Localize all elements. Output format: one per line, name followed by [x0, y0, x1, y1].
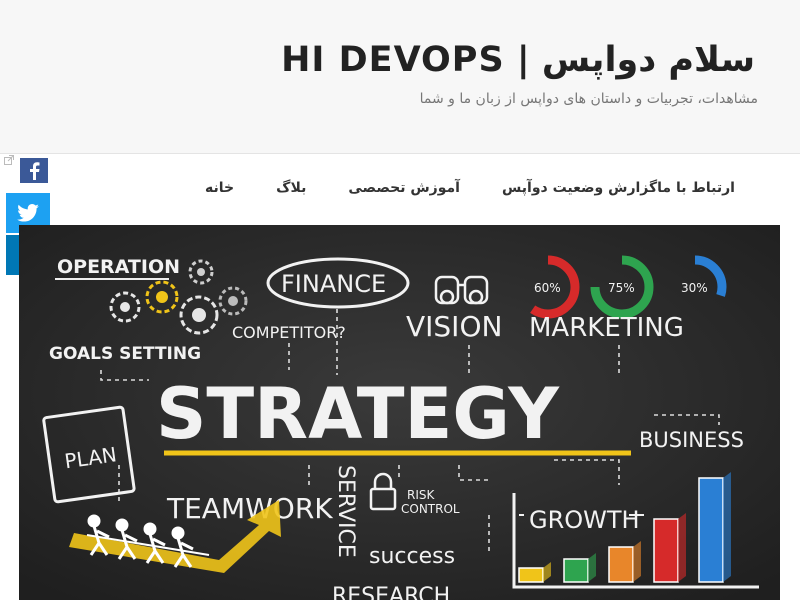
- external-link-icon[interactable]: [4, 155, 14, 165]
- hero-word-competitor: COMPETITOR?: [232, 323, 346, 342]
- nav-item-devops-report[interactable]: گزارش وضعیت دوآپس: [502, 180, 657, 196]
- growth-bar-side: [633, 541, 641, 582]
- hero-word-risk: RISK: [407, 488, 435, 502]
- site-tagline: مشاهدات، تجربیات و داستان های دواپس از ز…: [419, 91, 758, 107]
- hero-word-vision: VISION: [406, 310, 502, 343]
- hero-word-service: SERVICE: [333, 465, 358, 558]
- hero-word-success: success: [369, 544, 455, 569]
- site-header: سلام دواپس | HI DEVOPS مشاهدات، تجربیات …: [0, 0, 800, 154]
- nav-item-training[interactable]: آموزش تحصصی: [348, 180, 460, 196]
- growth-bar-side: [678, 513, 686, 582]
- nav-item-home[interactable]: خانه: [205, 180, 234, 196]
- hero-word-finance: FINANCE: [281, 270, 386, 298]
- hero-word-research: RESEARCH: [332, 584, 450, 600]
- hero-word-marketing: MARKETING: [529, 313, 684, 343]
- svg-text:60%: 60%: [534, 281, 561, 295]
- svg-text:GROWTH: GROWTH: [529, 506, 640, 534]
- growth-bar: [653, 518, 679, 583]
- twitter-icon: [17, 204, 39, 222]
- growth-bar: [563, 558, 589, 583]
- strategy-chalkboard: OPERATION FINANCE 60% 75% 30% COMPETITOR…: [19, 225, 780, 600]
- growth-bar: [698, 477, 724, 583]
- hero-image: OPERATION FINANCE 60% 75% 30% COMPETITOR…: [19, 225, 780, 600]
- main-navigation: خانه بلاگ آموزش تحصصی گزارش وضعیت دوآپس …: [0, 154, 800, 224]
- hero-word-operation: OPERATION: [57, 256, 180, 278]
- hero-word-control: CONTROL: [401, 502, 460, 516]
- svg-text:75%: 75%: [608, 281, 635, 295]
- nav-item-contact[interactable]: ارتباط با ما: [657, 180, 735, 196]
- facebook-share-button[interactable]: [20, 158, 48, 183]
- growth-bar-side: [723, 472, 731, 582]
- site-title[interactable]: سلام دواپس | HI DEVOPS: [281, 40, 755, 80]
- growth-bar: [608, 546, 634, 583]
- hero-word-business: BUSINESS: [639, 428, 744, 452]
- svg-text:30%: 30%: [681, 281, 708, 295]
- hero-word-goals-setting: GOALS SETTING: [49, 344, 201, 364]
- hero-word-strategy: STRATEGY: [156, 373, 560, 455]
- facebook-icon: [30, 161, 40, 180]
- growth-bar: [518, 567, 544, 583]
- nav-item-blog[interactable]: بلاگ: [276, 180, 306, 196]
